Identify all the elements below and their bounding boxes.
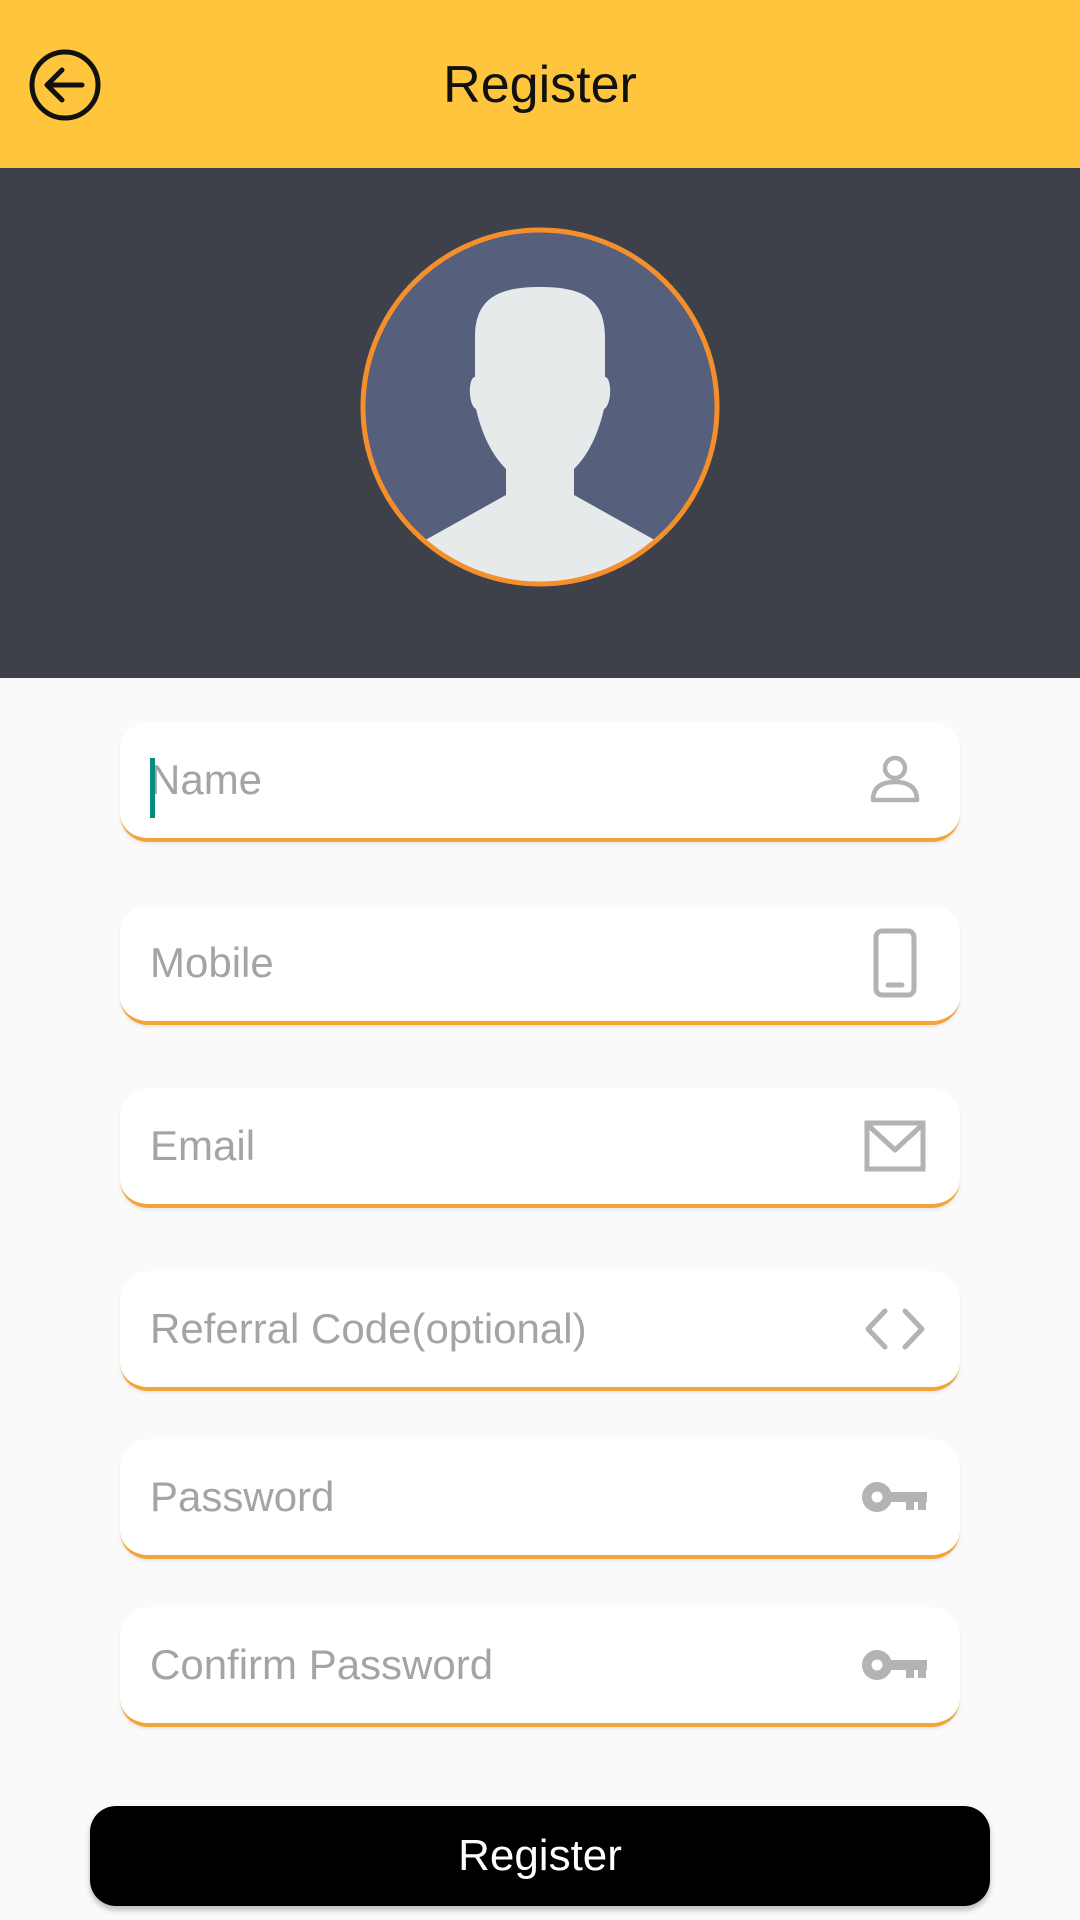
confirm-password-field[interactable]	[120, 1607, 960, 1727]
user-silhouette-icon	[360, 227, 720, 587]
referral-code-field[interactable]	[120, 1271, 960, 1391]
page-title: Register	[443, 56, 637, 114]
avatar[interactable]	[360, 227, 720, 587]
password-input[interactable]	[150, 1439, 830, 1555]
text-cursor	[150, 758, 155, 818]
confirm-password-input[interactable]	[150, 1607, 830, 1723]
register-button[interactable]: Register	[90, 1806, 990, 1906]
mobile-field[interactable]	[120, 905, 960, 1025]
email-input[interactable]	[150, 1088, 830, 1204]
key-icon	[860, 1465, 930, 1529]
email-field[interactable]	[120, 1088, 960, 1208]
envelope-icon	[860, 1114, 930, 1178]
name-input[interactable]	[150, 722, 830, 838]
key-icon	[860, 1633, 930, 1697]
mobile-input[interactable]	[150, 905, 830, 1021]
password-field[interactable]	[120, 1439, 960, 1559]
code-icon	[860, 1297, 930, 1361]
app-bar: Register	[0, 0, 1080, 168]
name-field[interactable]	[120, 722, 960, 842]
referral-code-input[interactable]	[150, 1271, 830, 1387]
person-icon	[860, 748, 930, 812]
phone-icon	[860, 928, 930, 998]
